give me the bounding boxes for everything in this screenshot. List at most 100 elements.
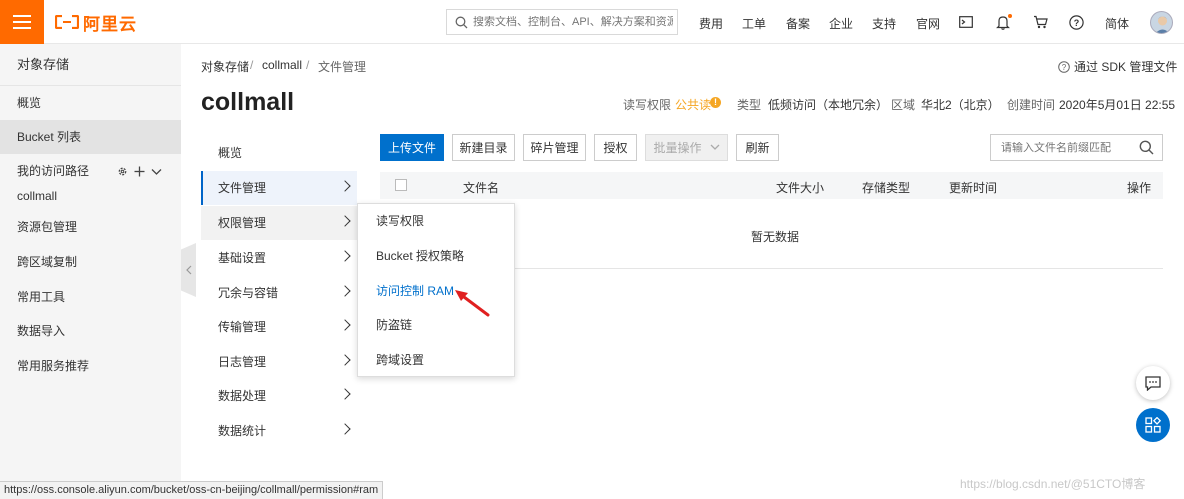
sidebar-item-bucket-list[interactable]: Bucket 列表 [0, 120, 181, 154]
nav-official-site[interactable]: 官网 [916, 15, 940, 32]
cart-icon[interactable] [1030, 12, 1050, 32]
chevron-right-icon [339, 285, 351, 297]
empty-text: 暂无数据 [751, 230, 800, 244]
apps-button[interactable] [1136, 408, 1170, 442]
avatar[interactable] [1150, 11, 1173, 34]
chevron-right-icon [339, 354, 351, 366]
chevron-right-icon [339, 180, 351, 192]
search-icon[interactable] [1139, 140, 1154, 155]
file-search-input[interactable] [1001, 141, 1131, 154]
acl-value: 公共读 [675, 98, 712, 112]
sidebar-title: 对象存储 [0, 44, 181, 86]
help-circle-icon: ? [1058, 60, 1070, 73]
column-header-size: 文件大小 [776, 181, 825, 195]
sdk-link[interactable]: ? 通过 SDK 管理文件 [1058, 58, 1177, 75]
logo-text: 阿里云 [83, 14, 137, 34]
subnav-label: 数据处理 [218, 389, 267, 403]
apps-grid-icon [1145, 417, 1161, 433]
svg-text:?: ? [1062, 63, 1067, 72]
menu-item-bucket-policy[interactable]: Bucket 授权策略 [358, 239, 514, 273]
select-all-checkbox[interactable] [395, 179, 407, 191]
menu-item-acl[interactable]: 读写权限 [358, 204, 514, 238]
left-sidebar: 对象存储 概览 Bucket 列表 我的访问路径 collmall 资源包管理 … [0, 44, 181, 499]
file-search[interactable] [990, 134, 1163, 161]
sidebar-item-data-import[interactable]: 数据导入 [0, 314, 181, 348]
subnav-label: 传输管理 [218, 320, 267, 334]
chevron-right-icon [339, 388, 351, 400]
region-label: 区域 [891, 98, 916, 112]
table-header: 文件名 文件大小 存储类型 更新时间 操作 [380, 172, 1163, 199]
breadcrumb-oss[interactable]: 对象存储 [201, 58, 249, 75]
subnav-label: 权限管理 [218, 216, 267, 230]
aliyun-logo-icon [55, 15, 79, 29]
hamburger-menu-button[interactable] [0, 0, 44, 44]
sidebar-item-resource-packages[interactable]: 资源包管理 [0, 210, 181, 244]
bell-icon[interactable] [993, 12, 1013, 32]
subnav-label: 数据统计 [218, 424, 267, 438]
created-label: 创建时间 [1007, 98, 1056, 112]
menu-item-cors[interactable]: 跨域设置 [358, 343, 514, 377]
batch-operation-label: 批量操作 [653, 141, 702, 155]
subnav-overview[interactable]: 概览 [201, 136, 357, 170]
chevron-right-icon [339, 215, 351, 227]
svg-text:?: ? [1073, 18, 1079, 28]
type-label: 类型 [737, 98, 762, 112]
column-header-filename: 文件名 [463, 181, 500, 195]
nav-billing[interactable]: 费用 [699, 15, 723, 32]
chat-icon [1145, 375, 1161, 391]
subnav-basic-settings[interactable]: 基础设置 [201, 241, 357, 275]
nav-icp[interactable]: 备案 [786, 15, 810, 32]
global-search[interactable] [446, 9, 678, 35]
subnav-file-management[interactable]: 文件管理 [201, 171, 357, 205]
column-header-storage-class: 存储类型 [862, 181, 911, 195]
subnav-redundancy[interactable]: 冗余与容错 [201, 276, 357, 310]
refresh-button[interactable]: 刷新 [736, 134, 779, 161]
notification-dot [1008, 14, 1012, 18]
subnav-log-management[interactable]: 日志管理 [201, 345, 357, 379]
global-search-input[interactable] [473, 16, 673, 28]
sdk-link-label: 通过 SDK 管理文件 [1074, 60, 1178, 74]
subnav-permission-management[interactable]: 权限管理 [201, 206, 357, 240]
red-arrow-annotation [455, 290, 490, 317]
acl-label: 读写权限 [623, 98, 672, 112]
new-directory-button[interactable]: 新建目录 [452, 134, 515, 161]
subnav-transfer-management[interactable]: 传输管理 [201, 310, 357, 344]
search-icon [455, 16, 468, 28]
chevron-left-icon [185, 265, 191, 275]
subnav-data-processing[interactable]: 数据处理 [201, 379, 357, 413]
nav-tickets[interactable]: 工单 [742, 15, 766, 32]
feedback-button[interactable] [1136, 366, 1170, 400]
breadcrumb-separator: / [250, 58, 254, 72]
sidebar-item-overview[interactable]: 概览 [0, 86, 181, 120]
created-value: 2020年5月01日 22:55 [1059, 98, 1176, 112]
authorize-button[interactable]: 授权 [594, 134, 637, 161]
breadcrumb-bucket[interactable]: collmall [262, 58, 302, 72]
warning-icon[interactable]: ! [710, 97, 721, 108]
subnav-label: 日志管理 [218, 355, 267, 369]
nav-support[interactable]: 支持 [872, 15, 896, 32]
nav-enterprise[interactable]: 企业 [829, 15, 853, 32]
terminal-icon[interactable] [956, 12, 976, 32]
sidebar-item-common-tools[interactable]: 常用工具 [0, 280, 181, 314]
column-header-actions: 操作 [1127, 181, 1152, 195]
chevron-right-icon [339, 250, 351, 262]
breadcrumb-current: 文件管理 [318, 60, 367, 74]
sidebar-item-recommended-services[interactable]: 常用服务推荐 [0, 349, 181, 383]
upload-file-button[interactable]: 上传文件 [380, 134, 444, 161]
subnav-data-statistics[interactable]: 数据统计 [201, 414, 357, 448]
browser-status-bar: https://oss.console.aliyun.com/bucket/os… [0, 481, 384, 499]
fragment-management-button[interactable]: 碎片管理 [523, 134, 586, 161]
batch-operation-button[interactable]: 批量操作 [645, 134, 728, 161]
breadcrumb-separator: / [306, 58, 310, 72]
language-switch[interactable]: 简体 [1105, 15, 1129, 32]
help-icon[interactable]: ? [1066, 12, 1086, 32]
subnav-label: 文件管理 [218, 181, 267, 195]
aliyun-logo[interactable]: 阿里云 [55, 11, 137, 34]
type-value: 低频访问（本地冗余） [768, 98, 889, 112]
sidebar-item-cross-region-replication[interactable]: 跨区域复制 [0, 245, 181, 279]
chevron-right-icon [339, 319, 351, 331]
top-bar: 阿里云 费用 工单 备案 企业 支持 官网 ? 简体 [0, 0, 1184, 44]
sidebar-collapse-handle[interactable] [181, 243, 196, 297]
subnav-label: 基础设置 [218, 251, 267, 265]
sidebar-item-collmall[interactable]: collmall [0, 179, 181, 213]
